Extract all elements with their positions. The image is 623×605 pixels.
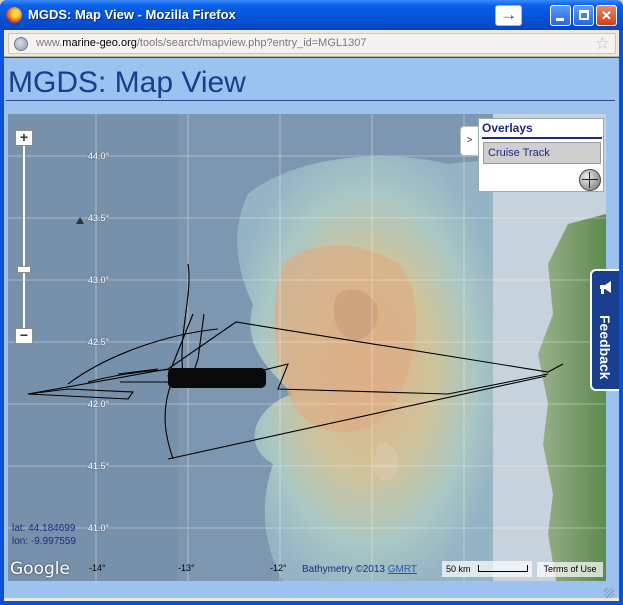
- zoom-out-button[interactable]: −: [15, 328, 33, 344]
- map-view[interactable]: 44.0° 43.5° 43.0° 42.5° 42.0° 41.5° 41.0…: [8, 114, 606, 581]
- feedback-tab[interactable]: Feedback: [590, 269, 619, 391]
- lon-label: -12°: [270, 563, 287, 573]
- overlays-toggle-button[interactable]: >: [460, 126, 478, 156]
- title-bar[interactable]: MGDS: Map View - Mozilla Firefox → ✕: [0, 0, 623, 30]
- maximize-button[interactable]: [573, 5, 594, 26]
- close-icon: ✕: [601, 8, 612, 23]
- map-attribution: Bathymetry ©2013 GMRT: [302, 564, 417, 575]
- lat-label: 43.5°: [88, 213, 110, 223]
- page-title: MGDS: Map View: [8, 66, 246, 99]
- url-field[interactable]: www.marine-geo.org/tools/search/mapview.…: [8, 33, 616, 54]
- coordinate-readout: lat: 44.184699 lon: -9.997559: [12, 522, 76, 548]
- url-bar: www.marine-geo.org/tools/search/mapview.…: [4, 30, 619, 57]
- gmrt-link[interactable]: GMRT: [388, 564, 417, 575]
- lat-label: 42.5°: [88, 337, 110, 347]
- status-bar: [4, 598, 619, 601]
- title-divider: [6, 100, 615, 101]
- lat-label: 41.0°: [88, 523, 110, 533]
- scale-bar: 50 km: [442, 561, 532, 577]
- lat-label: 44.0°: [88, 151, 110, 161]
- url-domain: marine-geo.org: [62, 37, 137, 49]
- lat-label: 43.0°: [88, 275, 110, 285]
- overlay-item-cruise-track[interactable]: Cruise Track: [483, 142, 601, 164]
- site-globe-icon: [14, 37, 28, 51]
- google-logo: Google: [10, 559, 70, 579]
- window-title: MGDS: Map View - Mozilla Firefox: [28, 7, 236, 22]
- lat-readout: lat: 44.184699: [12, 523, 76, 534]
- arrow-icon[interactable]: →: [495, 5, 522, 26]
- url-path: /tools/search/mapview.php?entry_id=MGL13…: [136, 37, 367, 49]
- lon-readout: lon: -9.997559: [12, 536, 76, 547]
- lat-label: 41.5°: [88, 461, 110, 471]
- minimize-button[interactable]: [550, 5, 571, 26]
- browser-window: MGDS: Map View - Mozilla Firefox → ✕ www…: [0, 0, 623, 605]
- scale-label: 50 km: [446, 564, 471, 574]
- zoom-slider-handle[interactable]: [17, 266, 31, 273]
- zoom-slider-track[interactable]: [23, 146, 25, 328]
- close-button[interactable]: ✕: [596, 5, 617, 26]
- url-prefix: www.: [36, 37, 63, 49]
- url-text: www.marine-geo.org/tools/search/mapview.…: [36, 37, 366, 49]
- megaphone-icon: [600, 281, 611, 294]
- firefox-icon: [6, 7, 22, 23]
- zoom-control: + −: [15, 130, 33, 344]
- maximize-icon: [579, 10, 589, 20]
- zoom-in-button[interactable]: +: [15, 130, 33, 146]
- lon-label: -14°: [89, 563, 106, 573]
- scale-line: [478, 565, 528, 572]
- attribution-text: Bathymetry ©2013: [302, 564, 385, 575]
- bookmark-star-icon[interactable]: ☆: [595, 34, 610, 54]
- lat-label: 42.0°: [88, 399, 110, 409]
- globe-icon[interactable]: [579, 169, 601, 191]
- resize-grip[interactable]: [604, 588, 614, 598]
- overlays-title: Overlays: [482, 121, 533, 135]
- lon-label: -13°: [178, 563, 195, 573]
- minimize-icon: [556, 18, 564, 21]
- overlays-panel: Overlays Cruise Track: [478, 118, 604, 192]
- terms-of-use-link[interactable]: Terms of Use: [537, 562, 603, 577]
- feedback-label: Feedback: [597, 315, 613, 380]
- page-content: MGDS: Map View 44.0° 43.5° 43.0° 42.5° 4…: [4, 58, 619, 601]
- overlays-divider: [482, 137, 602, 139]
